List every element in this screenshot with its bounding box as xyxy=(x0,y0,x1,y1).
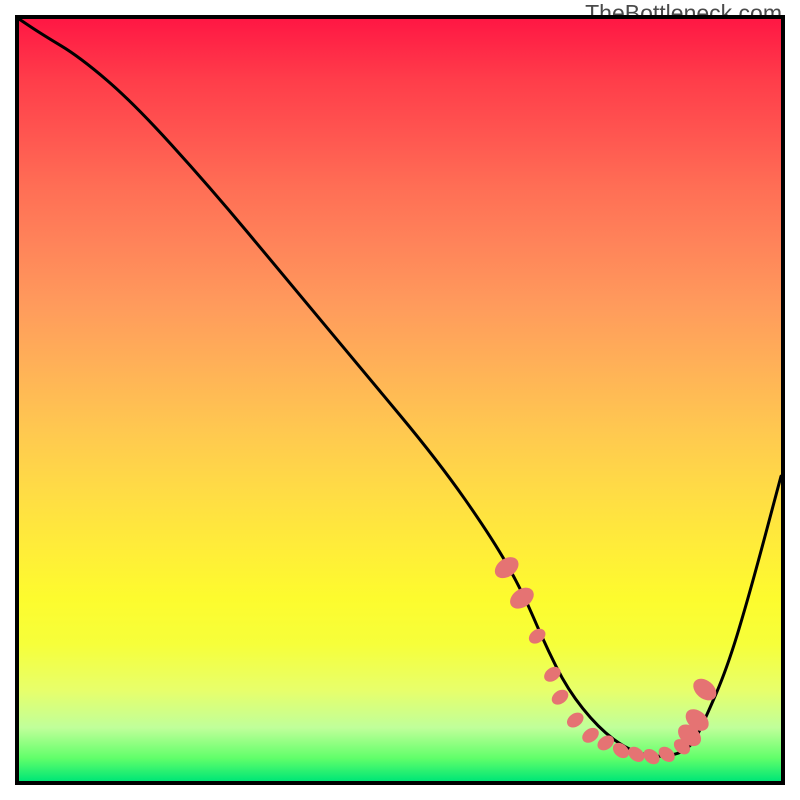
plot-area xyxy=(15,15,785,785)
marker-dot xyxy=(564,710,586,731)
chart-svg xyxy=(19,19,781,781)
highlight-markers xyxy=(491,553,721,768)
chart-container: TheBottleneck.com xyxy=(0,0,800,800)
marker-dot xyxy=(491,553,523,583)
marker-dot xyxy=(506,583,538,613)
marker-dot xyxy=(689,674,720,705)
bottleneck-curve xyxy=(19,19,781,756)
curve-layer xyxy=(19,19,781,756)
marker-dot xyxy=(541,664,563,685)
